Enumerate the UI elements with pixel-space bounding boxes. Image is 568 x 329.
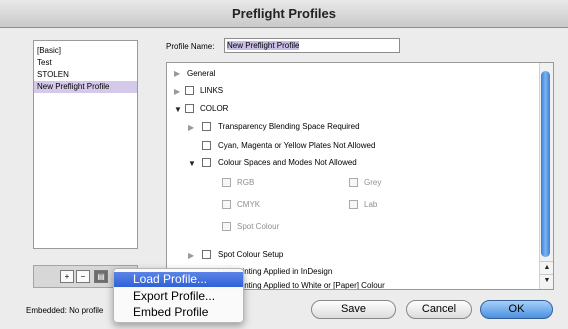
- scroll-down-arrow-icon[interactable]: ▼: [540, 274, 553, 287]
- disclosure-right-icon[interactable]: ▶: [188, 251, 194, 260]
- profile-list[interactable]: [Basic] Test STOLEN New Preflight Profil…: [33, 40, 138, 249]
- menu-item-load-profile[interactable]: Load Profile...: [114, 272, 243, 287]
- profile-name-input[interactable]: New Preflight Profile: [224, 38, 400, 53]
- disclosure-right-icon[interactable]: ▶: [174, 87, 180, 96]
- add-profile-button[interactable]: +: [60, 270, 74, 283]
- spot-colour-checkbox[interactable]: [222, 222, 231, 231]
- profile-menu-button[interactable]: ▤: [94, 270, 108, 283]
- delete-profile-button[interactable]: −: [76, 270, 90, 283]
- profile-name-label: Profile Name:: [166, 42, 215, 51]
- rules-tree[interactable]: ▶ General ▶ LINKS ▼ COLOR ▶ Transparency…: [166, 62, 554, 290]
- cancel-button[interactable]: Cancel: [406, 300, 472, 319]
- grey-checkbox[interactable]: [349, 178, 358, 187]
- rgb-checkbox[interactable]: [222, 178, 231, 187]
- color-checkbox[interactable]: [185, 104, 194, 113]
- window-title: Preflight Profiles: [0, 0, 568, 28]
- save-button[interactable]: Save: [311, 300, 396, 319]
- spot-setup-checkbox[interactable]: [202, 250, 211, 259]
- profile-popup-menu: Load Profile... Export Profile... Embed …: [113, 268, 244, 323]
- tree-item-colour-spaces: Colour Spaces and Modes Not Allowed: [218, 158, 357, 167]
- profile-name-value: New Preflight Profile: [227, 41, 300, 50]
- grey-label: Grey: [364, 178, 382, 187]
- lab-label: Lab: [364, 200, 378, 209]
- tree-item-color: COLOR: [200, 104, 229, 113]
- transparency-checkbox[interactable]: [202, 122, 211, 131]
- rgb-label: RGB: [237, 178, 255, 187]
- cmyk-label: CMYK: [237, 200, 261, 209]
- scroll-up-arrow-icon[interactable]: ▲: [540, 261, 553, 274]
- disclosure-down-icon[interactable]: ▼: [174, 105, 182, 114]
- minus-icon: −: [80, 272, 86, 281]
- spot-colour-label: Spot Colour: [237, 222, 280, 231]
- plus-icon: +: [64, 272, 70, 281]
- profile-item-test[interactable]: Test: [34, 57, 137, 69]
- menu-item-embed-profile[interactable]: Embed Profile: [114, 305, 243, 320]
- cmy-plates-checkbox[interactable]: [202, 141, 211, 150]
- ok-button[interactable]: OK: [480, 300, 553, 319]
- profile-item-basic[interactable]: [Basic]: [34, 45, 137, 57]
- profile-item-new-preflight[interactable]: New Preflight Profile: [34, 81, 137, 93]
- tree-item-cmy-plates: Cyan, Magenta or Yellow Plates Not Allow…: [218, 141, 376, 150]
- lab-checkbox[interactable]: [349, 200, 358, 209]
- scrollbar-thumb[interactable]: [541, 71, 550, 257]
- disclosure-down-icon[interactable]: ▼: [188, 159, 196, 168]
- disclosure-right-icon[interactable]: ▶: [188, 123, 194, 132]
- colour-spaces-checkbox[interactable]: [202, 158, 211, 167]
- menu-icon: ▤: [97, 272, 105, 281]
- cmyk-checkbox[interactable]: [222, 200, 231, 209]
- menu-item-export-profile[interactable]: Export Profile...: [114, 289, 243, 304]
- embedded-status: Embedded: No profile: [26, 306, 104, 315]
- links-checkbox[interactable]: [185, 86, 194, 95]
- disclosure-right-icon[interactable]: ▶: [174, 69, 180, 78]
- tree-item-transparency: Transparency Blending Space Required: [218, 122, 360, 131]
- tree-item-general[interactable]: General: [187, 68, 215, 80]
- profile-item-stolen[interactable]: STOLEN: [34, 69, 137, 81]
- tree-item-spot-setup: Spot Colour Setup: [218, 250, 284, 259]
- tree-item-links: LINKS: [200, 86, 224, 95]
